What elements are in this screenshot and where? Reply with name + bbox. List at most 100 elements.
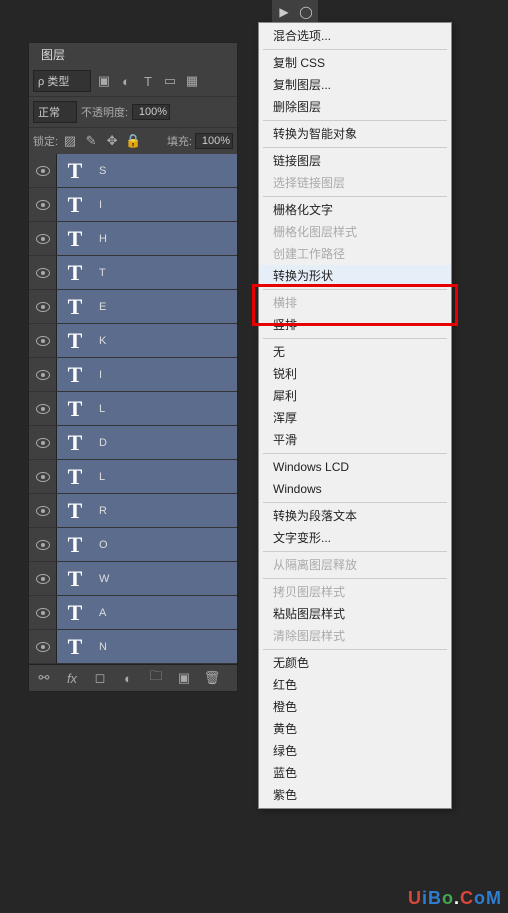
menu-item[interactable]: 转换为智能对象 — [259, 123, 451, 145]
blend-mode-select[interactable]: 正常 — [33, 101, 77, 123]
layer-row[interactable]: TK — [29, 324, 237, 358]
move-tool-icon[interactable]: ▶ — [274, 2, 294, 22]
lock-brush-icon[interactable]: ✎ — [82, 132, 100, 150]
layer-name[interactable]: I — [93, 199, 237, 211]
menu-item[interactable]: 混合选项... — [259, 25, 451, 47]
eye-icon — [36, 642, 50, 652]
layer-name[interactable]: H — [93, 233, 237, 245]
filter-adjust-icon[interactable]: ◐ — [117, 72, 135, 90]
menu-item[interactable]: Windows — [259, 478, 451, 500]
layer-row[interactable]: TN — [29, 630, 237, 664]
menu-item[interactable]: 橙色 — [259, 696, 451, 718]
layer-name[interactable]: T — [93, 267, 237, 279]
layer-name[interactable]: K — [93, 335, 237, 347]
menu-item[interactable]: 锐利 — [259, 363, 451, 385]
layer-row[interactable]: TW — [29, 562, 237, 596]
layer-name[interactable]: I — [93, 369, 237, 381]
visibility-toggle[interactable] — [29, 460, 57, 493]
visibility-toggle[interactable] — [29, 426, 57, 459]
visibility-toggle[interactable] — [29, 494, 57, 527]
layer-row[interactable]: TE — [29, 290, 237, 324]
visibility-toggle[interactable] — [29, 188, 57, 221]
filter-image-icon[interactable]: ▣ — [95, 72, 113, 90]
opacity-input[interactable]: 100% — [132, 104, 170, 120]
layer-name[interactable]: N — [93, 641, 237, 653]
layer-name[interactable]: D — [93, 437, 237, 449]
visibility-toggle[interactable] — [29, 358, 57, 391]
visibility-toggle[interactable] — [29, 256, 57, 289]
menu-item[interactable]: 链接图层 — [259, 150, 451, 172]
visibility-toggle[interactable] — [29, 222, 57, 255]
visibility-toggle[interactable] — [29, 392, 57, 425]
menu-item[interactable]: 栅格化文字 — [259, 199, 451, 221]
layer-name[interactable]: O — [93, 539, 237, 551]
menu-item[interactable]: 文字变形... — [259, 527, 451, 549]
menu-item[interactable]: 复制 CSS — [259, 52, 451, 74]
lock-transparent-icon[interactable]: ▨ — [61, 132, 79, 150]
layer-name[interactable]: L — [93, 471, 237, 483]
layer-row[interactable]: TI — [29, 188, 237, 222]
lock-all-icon[interactable]: 🔒 — [124, 132, 142, 150]
marquee-tool-icon[interactable]: ◯ — [296, 2, 316, 22]
menu-item[interactable]: 粘贴图层样式 — [259, 603, 451, 625]
visibility-toggle[interactable] — [29, 528, 57, 561]
menu-item[interactable]: 竖排 — [259, 314, 451, 336]
group-icon[interactable]: 🗀 — [147, 669, 165, 687]
layer-name[interactable]: S — [93, 165, 237, 177]
visibility-toggle[interactable] — [29, 154, 57, 187]
layer-name[interactable]: W — [93, 573, 237, 585]
menu-item[interactable]: 无 — [259, 341, 451, 363]
filter-text-icon[interactable]: T — [139, 72, 157, 90]
lock-move-icon[interactable]: ✥ — [103, 132, 121, 150]
layer-row[interactable]: TS — [29, 154, 237, 188]
visibility-toggle[interactable] — [29, 290, 57, 323]
layer-name[interactable]: R — [93, 505, 237, 517]
menu-item[interactable]: 无颜色 — [259, 652, 451, 674]
menu-item: 横排 — [259, 292, 451, 314]
layer-row[interactable]: TR — [29, 494, 237, 528]
layer-name[interactable]: L — [93, 403, 237, 415]
fx-icon[interactable]: fx — [63, 669, 81, 687]
menu-item[interactable]: 红色 — [259, 674, 451, 696]
menu-item[interactable]: 黄色 — [259, 718, 451, 740]
layer-row[interactable]: TO — [29, 528, 237, 562]
mask-icon[interactable]: ◻ — [91, 669, 109, 687]
layer-row[interactable]: TH — [29, 222, 237, 256]
visibility-toggle[interactable] — [29, 562, 57, 595]
new-layer-icon[interactable]: ▣ — [175, 669, 193, 687]
menu-item[interactable]: Windows LCD — [259, 456, 451, 478]
visibility-toggle[interactable] — [29, 630, 57, 663]
link-layers-icon[interactable]: ⚯ — [35, 669, 53, 687]
layer-name[interactable]: A — [93, 607, 237, 619]
menu-item[interactable]: 绿色 — [259, 740, 451, 762]
menu-separator — [263, 147, 447, 148]
layer-row[interactable]: TL — [29, 460, 237, 494]
fill-input[interactable]: 100% — [195, 133, 233, 149]
layer-row[interactable]: TA — [29, 596, 237, 630]
panel-footer: ⚯ fx ◻ ◐ 🗀 ▣ 🗑 — [29, 664, 237, 691]
layer-row[interactable]: TT — [29, 256, 237, 290]
layer-row[interactable]: TI — [29, 358, 237, 392]
text-layer-icon: T — [57, 634, 93, 660]
menu-item[interactable]: 复制图层... — [259, 74, 451, 96]
layer-type-filter[interactable]: ρ 类型 — [33, 70, 91, 92]
layers-tab[interactable]: 图层 — [29, 43, 77, 66]
layer-row[interactable]: TD — [29, 426, 237, 460]
menu-item[interactable]: 犀利 — [259, 385, 451, 407]
menu-item[interactable]: 浑厚 — [259, 407, 451, 429]
menu-item[interactable]: 蓝色 — [259, 762, 451, 784]
menu-item[interactable]: 转换为形状 — [259, 265, 451, 287]
menu-item: 清除图层样式 — [259, 625, 451, 647]
filter-smart-icon[interactable]: ▦ — [183, 72, 201, 90]
menu-item[interactable]: 平滑 — [259, 429, 451, 451]
filter-shape-icon[interactable]: ▭ — [161, 72, 179, 90]
menu-item[interactable]: 紫色 — [259, 784, 451, 806]
adjustment-icon[interactable]: ◐ — [119, 669, 137, 687]
visibility-toggle[interactable] — [29, 596, 57, 629]
visibility-toggle[interactable] — [29, 324, 57, 357]
layer-row[interactable]: TL — [29, 392, 237, 426]
trash-icon[interactable]: 🗑 — [203, 669, 221, 687]
menu-item[interactable]: 删除图层 — [259, 96, 451, 118]
menu-item[interactable]: 转换为段落文本 — [259, 505, 451, 527]
layer-name[interactable]: E — [93, 301, 237, 313]
